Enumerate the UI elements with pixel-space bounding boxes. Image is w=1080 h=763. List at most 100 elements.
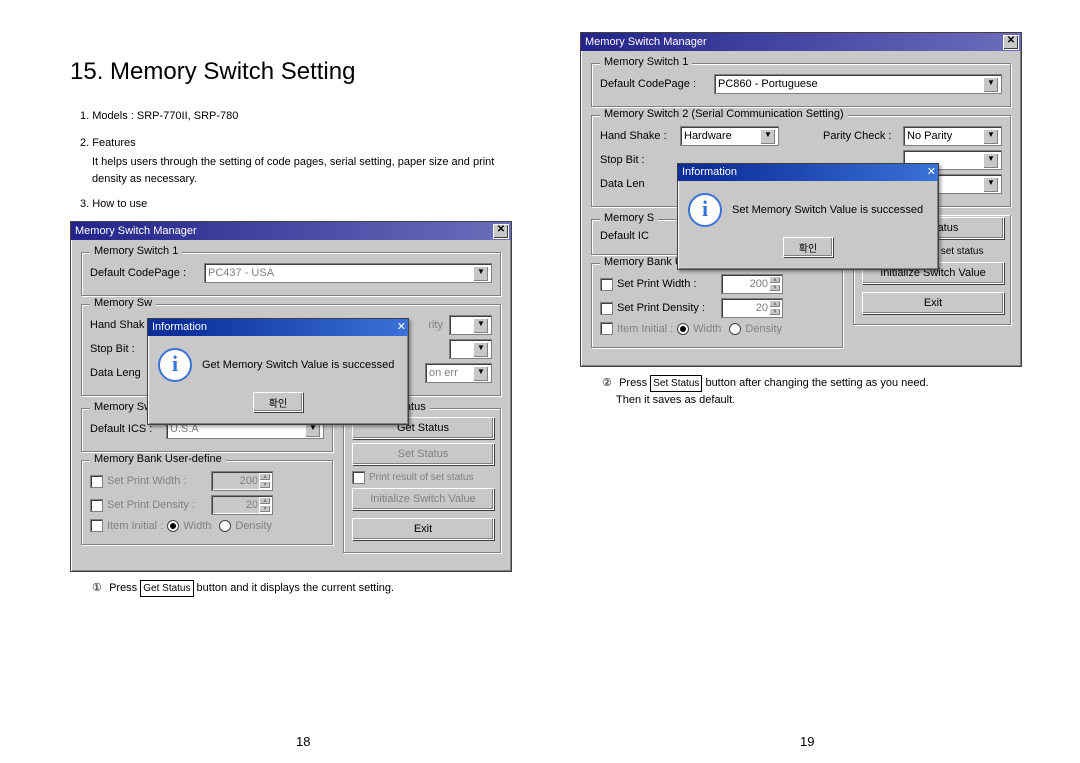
chk-print-result-label: Print result of set status [369,472,474,483]
info-titlebar: Information ✕ [678,164,938,181]
handshake-label: Hand Shake : [600,130,680,142]
page-number-right: 19 [800,734,814,749]
get-status-inline: Get Status [140,580,193,597]
onerr-value: on err [429,367,458,379]
page-right: Memory Switch Manager ✕ Memory Switch 1 … [580,24,1040,409]
info-title: Information [152,319,207,336]
info-title: Information [682,164,737,181]
radio-density-label: Density [235,520,272,532]
chk-density-label: Set Print Density : [107,499,207,511]
radio-width-label: Width [183,520,211,532]
stopbit-label: Stop Bit : [600,154,680,166]
close-icon[interactable]: ✕ [493,224,509,239]
caption-1a: Press [109,582,140,594]
ms1-legend: Memory Switch 1 [600,56,692,68]
parity-short: rity [417,319,443,331]
memory-bank: Memory Bank User-define Set Print Width … [591,263,843,348]
chk-item-initial[interactable] [90,519,103,532]
width-value: 200 [750,278,768,290]
radio-density-label: Density [745,323,782,335]
codepage-label: Default CodePage : [600,78,714,90]
exit-button[interactable]: Exit [352,518,494,540]
exit-button[interactable]: Exit [862,292,1004,314]
set-status-inline: Set Status [650,375,702,392]
dialog-title: Memory Switch Manager [75,222,197,240]
features-label: 2. Features [80,135,530,152]
memory-switch-1: Memory Switch 1 Default CodePage : PC860… [591,63,1011,107]
radio-density[interactable] [219,520,231,532]
stopbit-select [449,339,492,359]
caption-2a: Press [619,377,650,389]
codepage-value: PC860 - Portuguese [718,78,818,90]
radio-width[interactable] [677,323,689,335]
density-spin[interactable]: 20▲▼ [211,495,273,515]
chk-density[interactable] [600,302,613,315]
width-spin[interactable]: 200▲▼ [211,471,273,491]
ms1-legend: Memory Switch 1 [90,245,182,257]
ok-button[interactable]: 확인 [253,392,303,412]
chk-width[interactable] [600,278,613,291]
close-icon[interactable]: ✕ [397,319,406,336]
dialog-title: Memory Switch Manager [585,33,707,51]
codepage-value: PC437 - USA [208,267,274,279]
ms2-legend: Memory Switch 2 (Serial Communication Se… [600,108,848,120]
codepage-label: Default CodePage : [90,267,204,279]
info-dialog-get: Information ✕ i Get Memory Switch Value … [147,318,409,425]
bank-legend: Memory Bank User-define [90,453,226,465]
caption-1b: button and it displays the current setti… [194,582,395,594]
info-icon: i [688,193,722,227]
codepage-select[interactable]: PC860 - Portuguese [714,74,1002,94]
features-text: It helps users through the setting of co… [92,154,530,188]
parity-value: No Parity [907,130,952,142]
init-switch-button[interactable]: Initialize Switch Value [352,488,494,510]
ics-label: Default IC [600,230,670,242]
parity-label: Parity Check : [823,130,903,142]
ok-button[interactable]: 확인 [783,237,833,257]
datalen-select: on err [425,363,492,383]
caption-1-num: ① [92,580,106,597]
intro-text: 1. Models : SRP-770II, SRP-780 2. Featur… [80,108,530,213]
models-value: SRP-770II, SRP-780 [137,110,239,122]
page-number-left: 18 [296,734,310,749]
radio-width[interactable] [167,520,179,532]
item-initial-label: Item Initial : [617,323,673,335]
page-left: 15. Memory Switch Setting 1. Models : SR… [70,58,530,597]
density-spin[interactable]: 20▲▼ [721,298,783,318]
handshake-select[interactable]: Hardware [680,126,779,146]
titlebar: Memory Switch Manager ✕ [581,33,1021,51]
ms2-legend: Memory Sw [90,297,156,309]
memory-switch-1: Memory Switch 1 Default CodePage : PC437… [81,252,501,296]
density-value: 20 [756,302,768,314]
caption-1: ① Press Get Status button and it display… [92,580,530,597]
models-label: 1. Models : [80,110,134,122]
chk-width-label: Set Print Width : [617,278,717,290]
info-dialog-set: Information ✕ i Set Memory Switch Value … [677,163,939,270]
caption-2: ② Press Set Status button after changing… [602,375,1040,409]
chk-print-result[interactable] [352,471,365,484]
dialog-right: Memory Switch Manager ✕ Memory Switch 1 … [580,32,1022,367]
close-icon[interactable]: ✕ [927,164,936,181]
chk-density[interactable] [90,499,103,512]
chk-density-label: Set Print Density : [617,302,717,314]
memory-bank: Memory Bank User-define Set Print Width … [81,460,333,545]
width-value: 200 [240,475,258,487]
density-value: 20 [246,499,258,511]
info-text: Get Memory Switch Value is successed [202,359,394,371]
codepage-select[interactable]: PC437 - USA [204,263,492,283]
chk-item-initial[interactable] [600,322,613,335]
info-text: Set Memory Switch Value is successed [732,204,923,216]
radio-density[interactable] [729,323,741,335]
titlebar: Memory Switch Manager ✕ [71,222,511,240]
info-icon: i [158,348,192,382]
parity-select[interactable]: No Parity [903,126,1002,146]
howto-label: 3. How to use [80,196,530,213]
dialog-left: Memory Switch Manager ✕ Memory Switch 1 … [70,221,512,572]
close-icon[interactable]: ✕ [1003,35,1019,50]
chk-width[interactable] [90,475,103,488]
caption-2-num: ② [602,375,616,392]
control-status: Control Status Get Status Set Status Pri… [343,408,501,553]
caption-2c: Then it saves as default. [616,392,735,409]
set-status-button[interactable]: Set Status [352,443,494,465]
page-title: 15. Memory Switch Setting [70,58,530,86]
width-spin[interactable]: 200▲▼ [721,274,783,294]
